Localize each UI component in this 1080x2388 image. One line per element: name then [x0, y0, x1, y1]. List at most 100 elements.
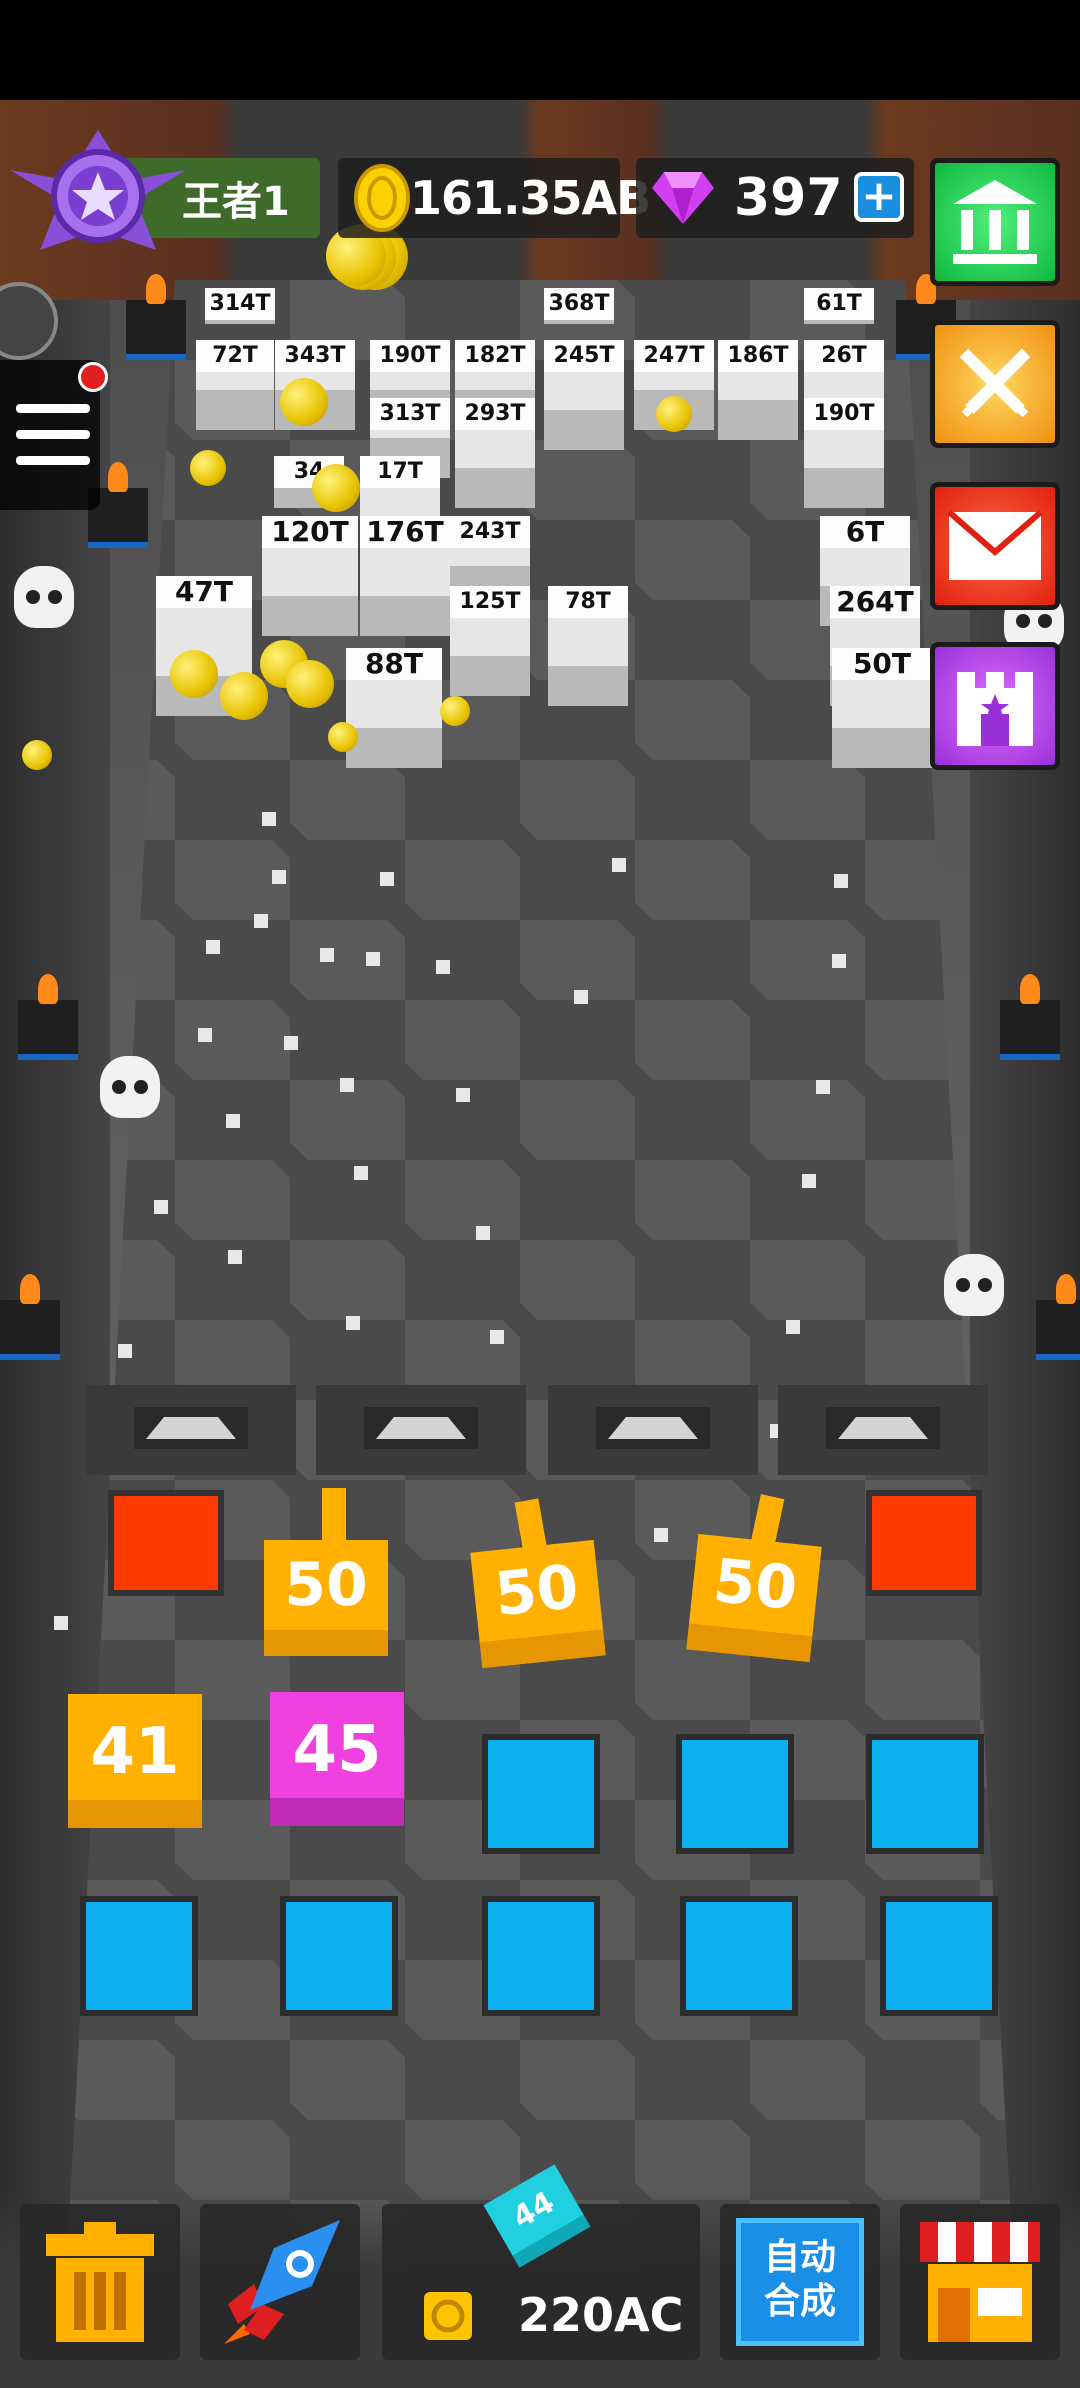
mail-icon — [947, 509, 1043, 580]
debris — [54, 1616, 68, 1630]
tank-turret[interactable]: 50 — [470, 1539, 606, 1669]
game-scene — [0, 100, 1080, 2388]
debris — [226, 1114, 240, 1128]
coin-icon — [354, 164, 410, 232]
crossed-swords-icon — [959, 348, 1031, 418]
skull-icon — [944, 1254, 1004, 1316]
debris — [834, 874, 848, 888]
coin-icon — [440, 696, 470, 726]
block-label: 243T — [450, 516, 530, 548]
shop-icon — [920, 2222, 1040, 2342]
number-block: 72T — [196, 340, 274, 430]
number-block: 50T — [832, 648, 932, 768]
debris — [490, 1330, 504, 1344]
debris — [254, 914, 268, 928]
tank-turret[interactable]: 50 — [686, 1533, 822, 1663]
number-block: 314T — [205, 288, 275, 324]
block-label: 247T — [634, 340, 714, 372]
debris — [340, 1078, 354, 1092]
number-block: 120T — [262, 516, 358, 636]
block-label: 61T — [804, 288, 874, 320]
empty-slot[interactable] — [482, 1734, 600, 1854]
shop-button[interactable] — [900, 2204, 1060, 2360]
gem-icon — [652, 172, 714, 224]
coin-icon — [328, 722, 358, 752]
coin-icon — [656, 396, 692, 432]
empty-slot[interactable] — [880, 1896, 998, 2016]
tank-turret[interactable]: 50 — [264, 1540, 388, 1656]
empty-slot[interactable] — [680, 1896, 798, 2016]
debris — [476, 1226, 490, 1240]
rank-badge-icon — [10, 130, 186, 250]
number-block: 125T — [450, 586, 530, 696]
torch-icon — [1000, 974, 1060, 1060]
debris — [272, 870, 286, 884]
block-label: 186T — [718, 340, 798, 372]
skull-icon — [100, 1056, 160, 1118]
debris — [346, 1316, 360, 1330]
empty-slot[interactable] — [80, 1896, 198, 2016]
empty-slot[interactable] — [482, 1896, 600, 2016]
coin-icon — [312, 464, 360, 512]
coin-icon — [280, 378, 328, 426]
debris — [354, 1166, 368, 1180]
torch-icon — [126, 274, 186, 360]
add-gems-button[interactable]: + — [854, 172, 904, 222]
empty-slot[interactable] — [676, 1734, 794, 1854]
gate — [548, 1385, 758, 1475]
number-block: 88T — [346, 648, 442, 768]
castle-button[interactable] — [930, 642, 1060, 770]
rocket-icon — [224, 2220, 340, 2344]
bank-icon — [953, 180, 1037, 264]
block-label: 72T — [196, 340, 274, 372]
torch-icon — [0, 1274, 60, 1360]
buy-tank-button[interactable]: 44 220AC — [382, 2164, 700, 2360]
coin-icon — [286, 660, 334, 708]
empty-slot[interactable] — [280, 1896, 398, 2016]
block-label: 264T — [830, 586, 920, 618]
boost-button[interactable] — [200, 2204, 360, 2360]
number-block: 78T — [548, 586, 628, 706]
debris — [284, 1036, 298, 1050]
debris — [612, 858, 626, 872]
debris — [816, 1080, 830, 1094]
battle-button[interactable] — [930, 320, 1060, 448]
auto-merge-label: 自动合成 — [763, 2237, 836, 2322]
locked-tile — [866, 1490, 982, 1596]
block-label: 314T — [205, 288, 275, 320]
block-label: 368T — [544, 288, 614, 320]
number-block: 186T — [718, 340, 798, 440]
gem-amount: 397 — [734, 168, 843, 228]
mail-button[interactable] — [930, 482, 1060, 610]
number-block: 61T — [804, 288, 874, 324]
tank-cube[interactable]: 41 — [68, 1694, 202, 1828]
coin-amount: 161.35AB — [410, 171, 651, 225]
locked-tile — [108, 1490, 224, 1596]
trash-icon — [46, 2222, 154, 2342]
empty-slot[interactable] — [866, 1734, 984, 1854]
number-block: 176T — [360, 516, 450, 636]
block-label: 78T — [548, 586, 628, 618]
gate — [316, 1385, 526, 1475]
block-label: 6T — [820, 516, 910, 548]
debris — [436, 960, 450, 974]
number-block: 245T — [544, 340, 624, 450]
debris — [366, 952, 380, 966]
debris — [198, 1028, 212, 1042]
block-label: 50T — [832, 648, 932, 680]
debris — [380, 872, 394, 886]
notification-dot — [78, 362, 108, 392]
tank-cube[interactable]: 45 — [270, 1692, 404, 1826]
coin-icon — [220, 672, 268, 720]
block-label: 120T — [262, 516, 358, 548]
number-block: 293T — [455, 398, 535, 508]
gate — [778, 1385, 988, 1475]
museum-button[interactable] — [930, 158, 1060, 286]
castle-icon — [957, 672, 1033, 746]
recycle-button[interactable] — [20, 2204, 180, 2360]
auto-merge-button[interactable]: 自动合成 — [720, 2204, 880, 2360]
block-label: 245T — [544, 340, 624, 372]
debris — [574, 990, 588, 1004]
torch-icon — [18, 974, 78, 1060]
coin-icon — [190, 450, 226, 486]
